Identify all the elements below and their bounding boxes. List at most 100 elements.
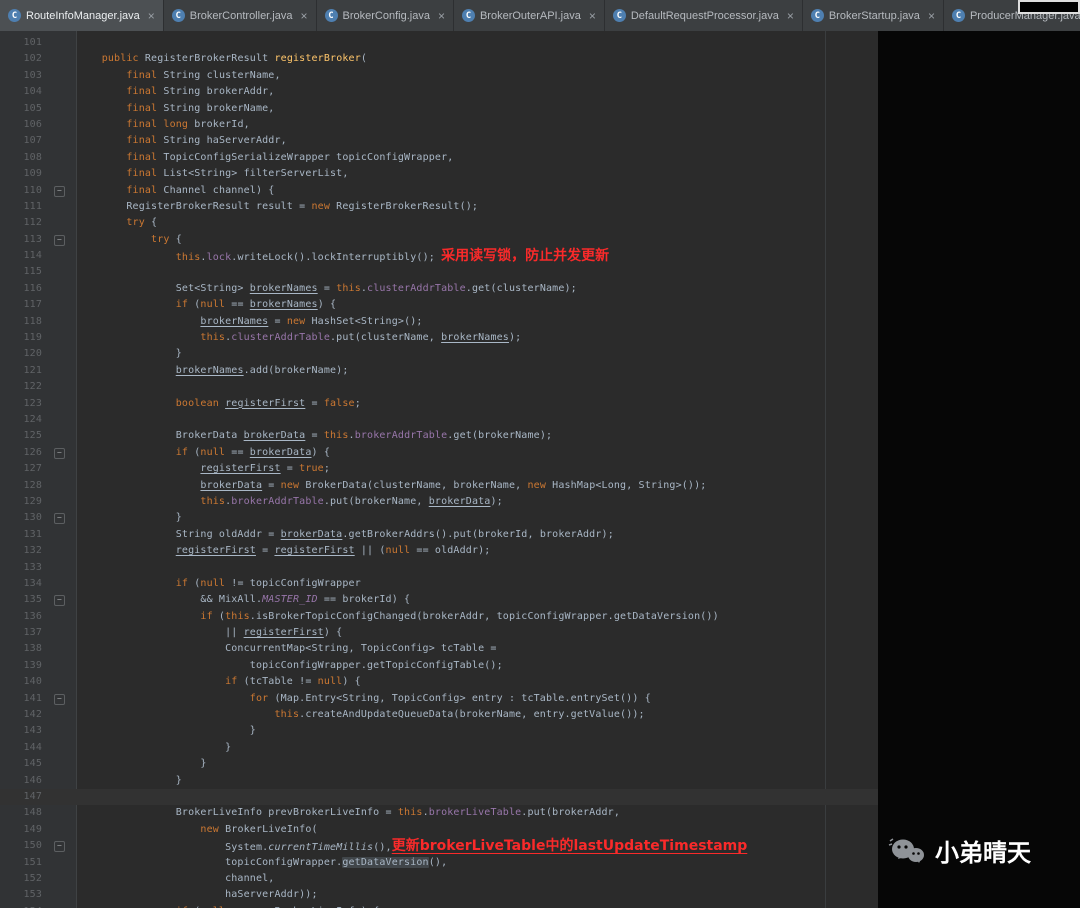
code-line: 110− final Channel channel) {: [0, 183, 878, 199]
line-number: 151: [23, 856, 42, 868]
fold-column: [42, 658, 77, 674]
line-number: 104: [23, 86, 42, 98]
tab-brokerconfig-java[interactable]: C BrokerConfig.java ×: [317, 0, 454, 31]
code-text: BrokerLiveInfo prevBrokerLiveInfo = this…: [77, 807, 621, 819]
line-number: 101: [23, 37, 42, 48]
code-line: 105 final String brokerName,: [0, 101, 878, 117]
code-text: topicConfigWrapper.getTopicConfigTable()…: [77, 659, 503, 671]
line-number: 103: [23, 69, 42, 81]
fold-marker-icon[interactable]: −: [54, 693, 65, 705]
code-line: 153 haServerAddr));: [0, 887, 878, 903]
java-class-icon: C: [612, 9, 626, 22]
code-text: try {: [151, 233, 182, 245]
code-text: registerFirst = true;: [200, 463, 331, 475]
fold-column: [42, 101, 77, 117]
java-class-icon: C: [324, 9, 338, 22]
code-line: 135− && MixAll.MASTER_ID == brokerId) {: [0, 592, 878, 608]
line-number: 138: [23, 643, 42, 655]
line-number: 141: [23, 692, 42, 704]
code-editor[interactable]: 101 102 public RegisterBrokerResult regis…: [0, 31, 878, 908]
code-text: boolean registerFirst = false;: [175, 397, 361, 409]
java-class-icon: C: [461, 9, 475, 22]
fold-column: −: [42, 445, 77, 461]
line-number: 131: [23, 528, 42, 540]
fold-column: [42, 84, 77, 100]
code-line: 104 final String brokerAddr,: [0, 84, 878, 100]
fold-column: [42, 133, 77, 149]
fold-column: [42, 527, 77, 543]
tab-close-icon[interactable]: ×: [438, 9, 445, 23]
code-line: 111 RegisterBrokerResult result = new Re…: [0, 199, 878, 215]
fold-column: [42, 215, 77, 231]
code-text: if (this.isBrokerTopicConfigChanged(brok…: [200, 610, 719, 622]
line-number: 121: [23, 364, 42, 376]
code-line: 140 if (tcTable != null) {: [0, 674, 878, 690]
code-text: this.clusterAddrTable.put(clusterName, b…: [200, 332, 522, 344]
fold-marker-icon[interactable]: −: [54, 234, 65, 246]
code-text: System.currentTimeMillis(),更新brokerLiveT…: [77, 838, 748, 855]
tab-close-icon[interactable]: ×: [148, 9, 155, 23]
fold-marker-icon[interactable]: −: [54, 841, 65, 853]
fold-column: [42, 625, 77, 641]
java-class-icon: C: [810, 9, 824, 22]
code-line: 129 this.brokerAddrTable.put(brokerName,…: [0, 494, 878, 510]
tab-close-icon[interactable]: ×: [787, 9, 794, 23]
code-text: final String clusterName,: [126, 69, 281, 81]
code-text: }: [77, 774, 182, 786]
code-text: final Channel channel) {: [126, 184, 275, 196]
line-number: 116: [23, 282, 42, 294]
tab-brokercontroller-java[interactable]: C BrokerController.java ×: [164, 0, 317, 31]
code-line: 147: [0, 788, 878, 806]
fold-column: [42, 166, 77, 182]
fold-column: [42, 150, 77, 166]
line-number: 128: [23, 479, 42, 491]
fold-marker-icon[interactable]: −: [54, 513, 65, 525]
code-text: }: [77, 758, 207, 770]
code-line: 126− if (null == brokerData) {: [0, 445, 878, 461]
tab-brokerstartup-java[interactable]: C BrokerStartup.java ×: [803, 0, 944, 31]
code-line: 148 BrokerLiveInfo prevBrokerLiveInfo = …: [0, 805, 878, 821]
tab-bar: C RouteInfoManager.java × C BrokerController…: [0, 0, 1080, 32]
line-number: 108: [23, 151, 42, 163]
code-text: }: [77, 348, 182, 360]
tab-brokerouterapi-java[interactable]: C BrokerOuterAPI.java ×: [454, 0, 605, 31]
fold-marker-icon[interactable]: −: [54, 185, 65, 197]
code-text: ConcurrentMap<String, TopicConfig> tcTab…: [77, 643, 497, 655]
code-line: 116 Set<String> brokerNames = this.clust…: [0, 281, 878, 297]
tab-routeinfomanager-java[interactable]: C RouteInfoManager.java ×: [0, 0, 164, 31]
line-number: 144: [23, 741, 42, 753]
code-line: 142 this.createAndUpdateQueueData(broker…: [0, 707, 878, 723]
tab-label: BrokerStartup.java: [828, 9, 920, 22]
fold-column: [42, 314, 77, 330]
line-number: 115: [23, 266, 42, 278]
line-number: 133: [23, 561, 42, 573]
fold-column: [42, 68, 77, 84]
tab-defaultrequestprocessor-java[interactable]: C DefaultRequestProcessor.java ×: [605, 0, 803, 31]
code-text: brokerNames = new HashSet<String>();: [200, 315, 423, 327]
fold-marker-icon[interactable]: −: [54, 447, 65, 459]
line-number: 107: [23, 135, 42, 147]
fold-column: [42, 494, 77, 510]
code-line: 109 final List<String> filterServerList,: [0, 166, 878, 182]
code-text: }: [77, 725, 256, 737]
code-text: final long brokerId,: [126, 118, 250, 130]
code-text: try {: [126, 217, 158, 229]
tab-close-icon[interactable]: ×: [300, 9, 307, 23]
code-line: 106 final long brokerId,: [0, 117, 878, 133]
fold-column: −: [42, 838, 77, 854]
tab-close-icon[interactable]: ×: [928, 9, 935, 23]
code-line: 149 new BrokerLiveInfo(: [0, 822, 878, 838]
code-line: 117 if (null == brokerNames) {: [0, 297, 878, 313]
code-line: 152 channel,: [0, 871, 878, 887]
line-number: 106: [23, 118, 42, 130]
line-number: 109: [23, 168, 42, 180]
line-number: 125: [23, 430, 42, 442]
code-line: 120 }: [0, 346, 878, 362]
code-line: 137 || registerFirst) {: [0, 625, 878, 641]
fold-column: [42, 707, 77, 723]
fold-marker-icon[interactable]: −: [54, 595, 65, 607]
java-class-icon: C: [951, 9, 965, 22]
line-number: 122: [23, 381, 42, 393]
code-text: || registerFirst) {: [77, 627, 343, 639]
tab-close-icon[interactable]: ×: [589, 9, 596, 23]
